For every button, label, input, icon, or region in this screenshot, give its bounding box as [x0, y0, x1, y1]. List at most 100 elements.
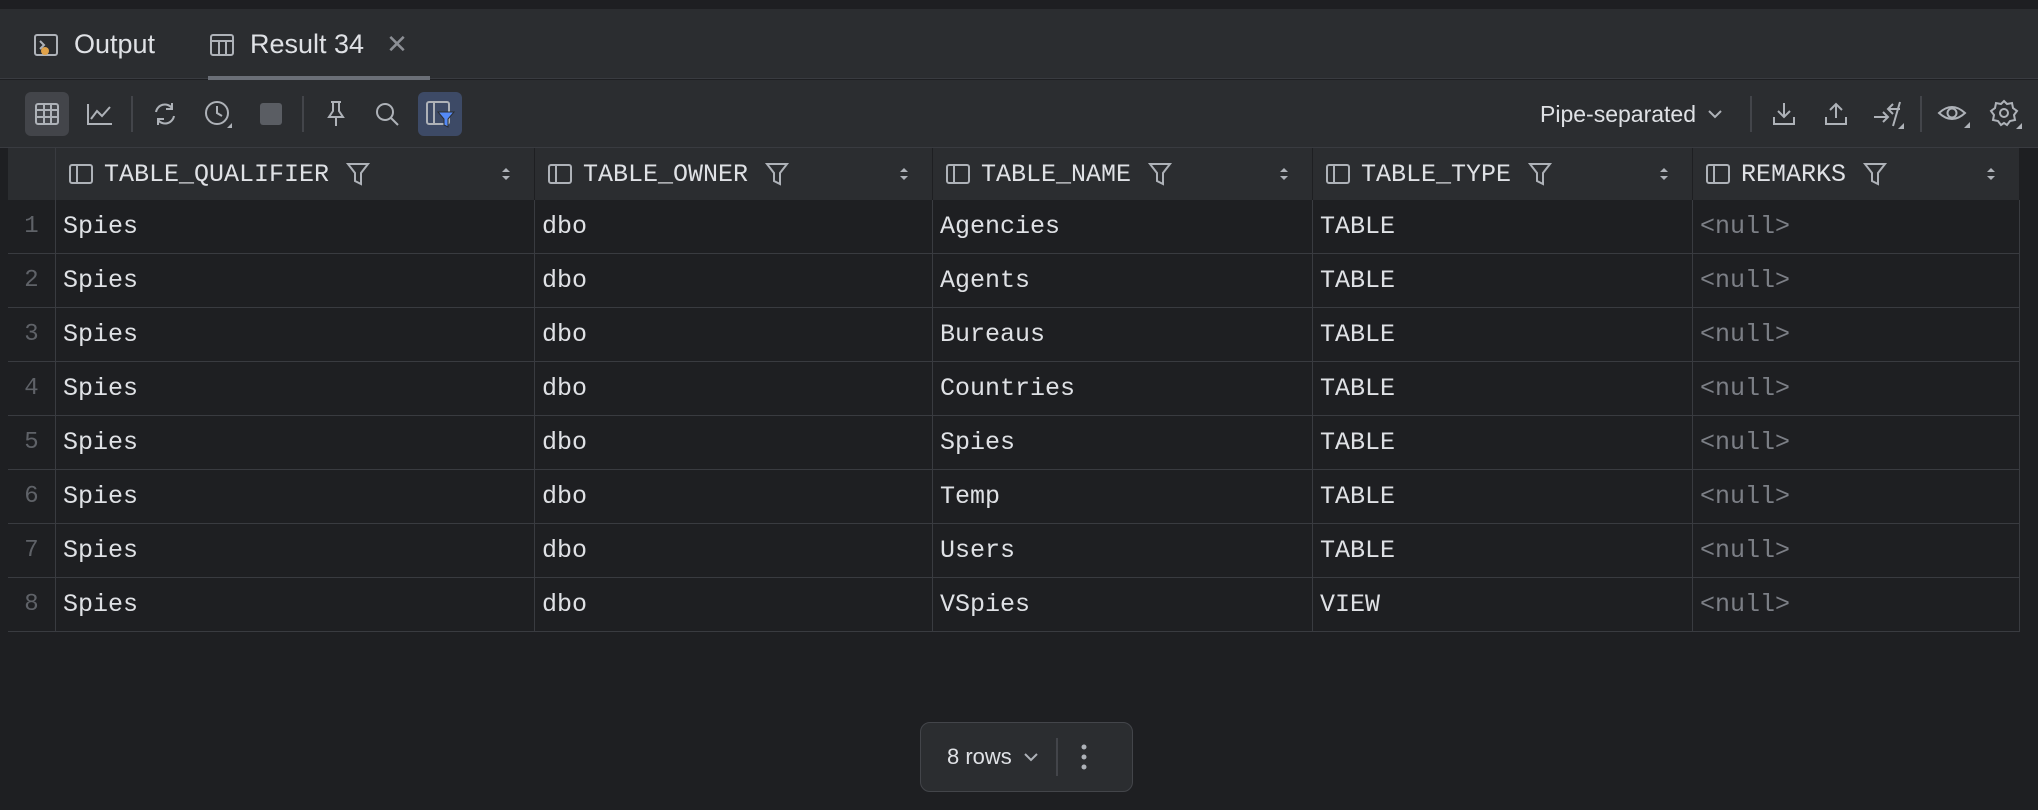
table-cell[interactable]: dbo: [535, 578, 933, 632]
table-cell[interactable]: Spies: [933, 416, 1313, 470]
table-cell[interactable]: TABLE: [1313, 362, 1693, 416]
table-cell[interactable]: TABLE: [1313, 254, 1693, 308]
column-name: TABLE_QUALIFIER: [104, 159, 330, 189]
table-cell[interactable]: <null>: [1693, 470, 2020, 524]
toolbar-separator: [131, 96, 133, 132]
filter-toggle-icon: [424, 99, 456, 129]
stop-button[interactable]: [249, 92, 293, 136]
table-cell[interactable]: Agencies: [933, 200, 1313, 254]
table-cell[interactable]: Bureaus: [933, 308, 1313, 362]
toolbar-separator: [1750, 96, 1752, 132]
view-options-button[interactable]: [1932, 92, 1976, 136]
search-button[interactable]: [365, 92, 409, 136]
close-tab-icon[interactable]: ✕: [386, 29, 408, 60]
table-view-button[interactable]: [25, 92, 69, 136]
chart-view-icon: [85, 100, 115, 128]
more-options-icon[interactable]: [1080, 742, 1088, 772]
table-cell[interactable]: Spies: [56, 254, 535, 308]
table-cell[interactable]: <null>: [1693, 416, 2020, 470]
table-cell[interactable]: TABLE: [1313, 200, 1693, 254]
refresh-icon: [150, 99, 180, 129]
filter-toggle-button[interactable]: [418, 92, 462, 136]
filter-icon[interactable]: [345, 161, 371, 187]
table-cell[interactable]: TABLE: [1313, 308, 1693, 362]
download-button[interactable]: [1762, 92, 1806, 136]
table-cell[interactable]: VSpies: [933, 578, 1313, 632]
filter-icon[interactable]: [1862, 161, 1888, 187]
row-number[interactable]: 2: [8, 254, 56, 308]
table-cell[interactable]: Spies: [56, 470, 535, 524]
table-cell[interactable]: dbo: [535, 254, 933, 308]
table-cell[interactable]: Spies: [56, 524, 535, 578]
row-count-dropdown[interactable]: 8 rows: [947, 744, 1040, 770]
settings-button[interactable]: [1984, 92, 2028, 136]
table-cell[interactable]: Agents: [933, 254, 1313, 308]
table-cell[interactable]: Temp: [933, 470, 1313, 524]
row-number[interactable]: 8: [8, 578, 56, 632]
row-number-header: [8, 148, 56, 200]
window-edge: [0, 0, 2038, 10]
table-cell[interactable]: Spies: [56, 416, 535, 470]
filter-icon[interactable]: [764, 161, 790, 187]
row-number[interactable]: 7: [8, 524, 56, 578]
refresh-button[interactable]: [143, 92, 187, 136]
sort-icon[interactable]: [1658, 164, 1670, 184]
export-format-dropdown[interactable]: Pipe-separated: [1540, 92, 1724, 136]
table-cell[interactable]: Countries: [933, 362, 1313, 416]
column-icon: [1705, 162, 1731, 186]
result-toolbar: Pipe-separated: [0, 80, 2038, 148]
row-number[interactable]: 4: [8, 362, 56, 416]
pin-icon: [322, 99, 350, 129]
column-header-table-name[interactable]: TABLE_NAME: [933, 148, 1313, 200]
table-cell[interactable]: <null>: [1693, 362, 2020, 416]
table-cell[interactable]: TABLE: [1313, 524, 1693, 578]
column-icon: [68, 162, 94, 186]
pin-button[interactable]: [314, 92, 358, 136]
table-cell[interactable]: Spies: [56, 362, 535, 416]
sort-icon[interactable]: [898, 164, 910, 184]
tab-result-label: Result 34: [250, 29, 365, 59]
tab-result-34[interactable]: Result 34 ✕: [208, 10, 430, 80]
table-cell[interactable]: <null>: [1693, 578, 2020, 632]
column-header-remarks[interactable]: REMARKS: [1693, 148, 2020, 200]
sort-icon[interactable]: [1278, 164, 1290, 184]
table-cell[interactable]: dbo: [535, 200, 933, 254]
table-cell[interactable]: dbo: [535, 308, 933, 362]
column-header-table-qualifier[interactable]: TABLE_QUALIFIER: [56, 148, 535, 200]
table-cell[interactable]: <null>: [1693, 200, 2020, 254]
table-cell[interactable]: Spies: [56, 308, 535, 362]
table-cell[interactable]: dbo: [535, 470, 933, 524]
row-number[interactable]: 5: [8, 416, 56, 470]
sort-icon[interactable]: [1985, 164, 1997, 184]
history-button[interactable]: [196, 92, 240, 136]
upload-button[interactable]: [1814, 92, 1858, 136]
tab-output-label: Output: [74, 29, 156, 59]
upload-icon: [1822, 100, 1850, 128]
table-cell[interactable]: Users: [933, 524, 1313, 578]
row-number[interactable]: 1: [8, 200, 56, 254]
table-cell[interactable]: Spies: [56, 578, 535, 632]
column-header-table-owner[interactable]: TABLE_OWNER: [535, 148, 933, 200]
compare-button[interactable]: [1866, 92, 1910, 136]
column-header-table-type[interactable]: TABLE_TYPE: [1313, 148, 1693, 200]
compare-icon: [1871, 98, 1905, 130]
table-cell[interactable]: <null>: [1693, 308, 2020, 362]
table-cell[interactable]: Spies: [56, 200, 535, 254]
sort-icon[interactable]: [500, 164, 512, 184]
table-cell[interactable]: TABLE: [1313, 416, 1693, 470]
table-cell[interactable]: dbo: [535, 362, 933, 416]
table-cell[interactable]: <null>: [1693, 524, 2020, 578]
filter-icon[interactable]: [1147, 161, 1173, 187]
tab-output[interactable]: Output: [32, 10, 155, 79]
column-name: TABLE_NAME: [981, 159, 1132, 189]
row-count-label: 8 rows: [947, 744, 1012, 769]
row-number[interactable]: 6: [8, 470, 56, 524]
table-cell[interactable]: <null>: [1693, 254, 2020, 308]
filter-icon[interactable]: [1527, 161, 1553, 187]
table-cell[interactable]: dbo: [535, 416, 933, 470]
chart-view-button[interactable]: [78, 92, 122, 136]
table-cell[interactable]: dbo: [535, 524, 933, 578]
table-cell[interactable]: VIEW: [1313, 578, 1693, 632]
row-number[interactable]: 3: [8, 308, 56, 362]
table-cell[interactable]: TABLE: [1313, 470, 1693, 524]
